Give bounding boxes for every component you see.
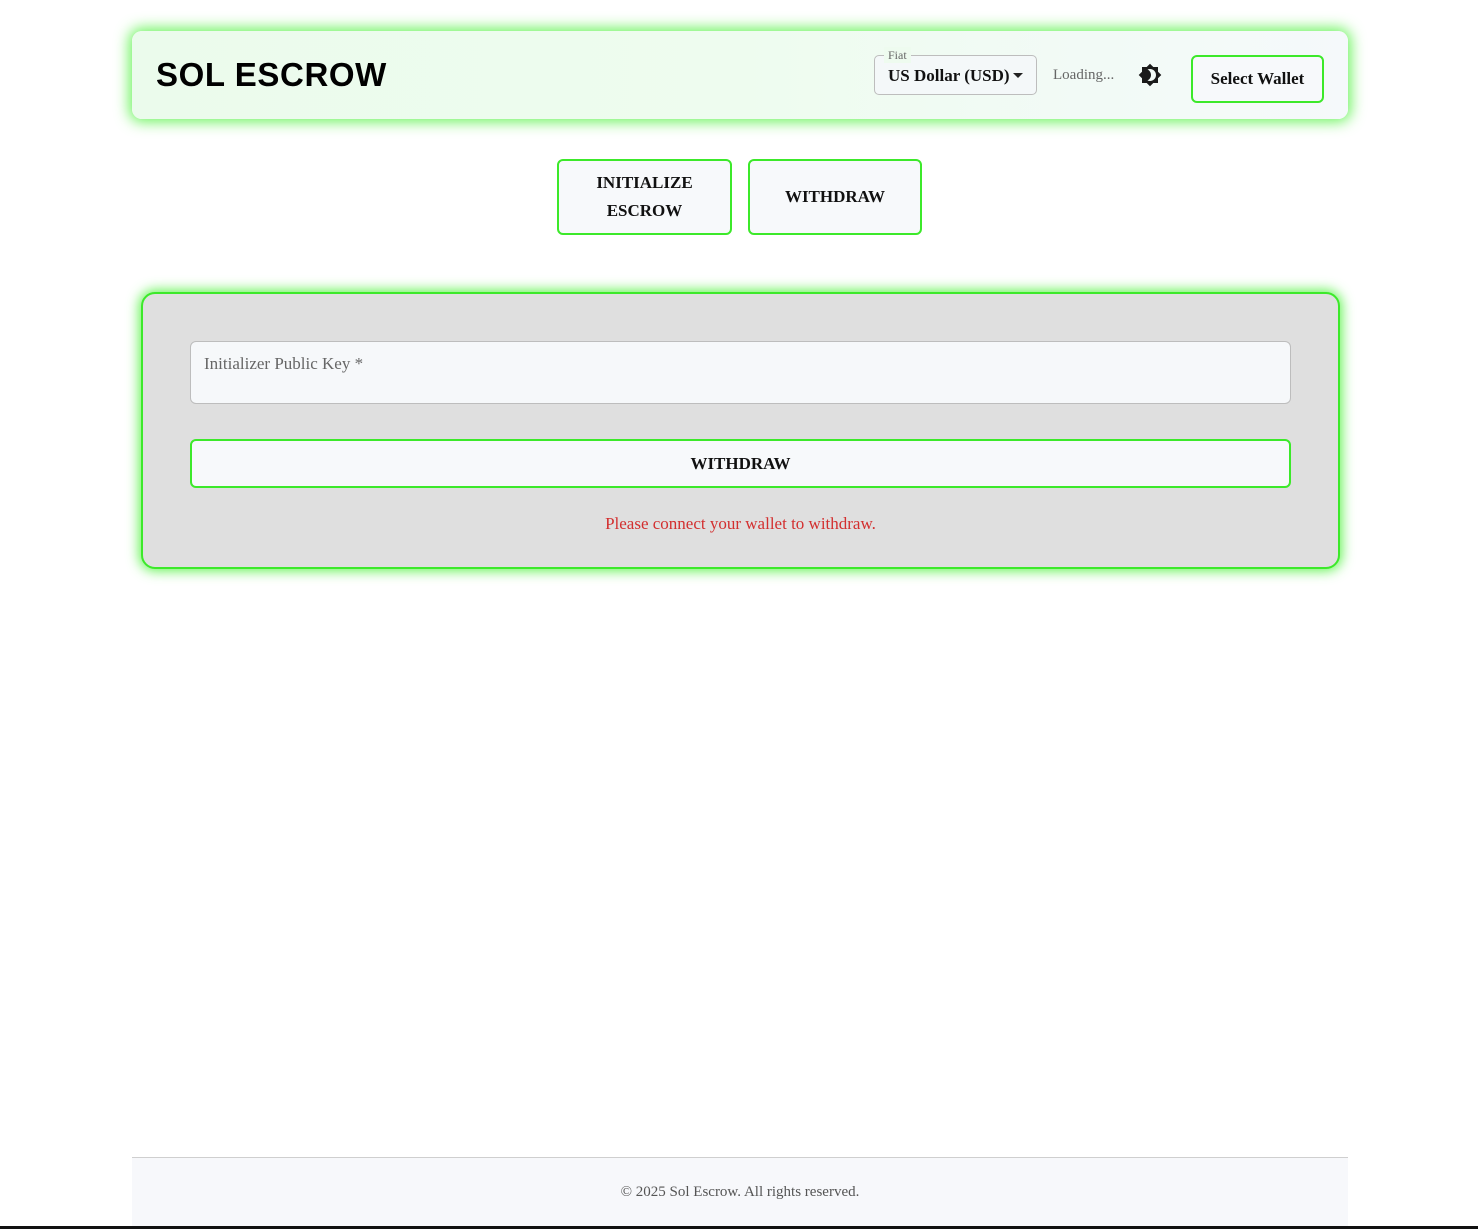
footer: © 2025 Sol Escrow. All rights reserved.	[132, 1157, 1348, 1229]
caret-down-icon	[1013, 73, 1023, 78]
page: SOL ESCROW Fiat US Dollar (USD) Loading.…	[0, 0, 1478, 1229]
tab-withdraw[interactable]: WITHDRAW	[748, 159, 922, 235]
app-header: SOL ESCROW Fiat US Dollar (USD) Loading.…	[132, 31, 1348, 119]
tab-initialize-escrow-label: INITIALIZE ESCROW	[596, 173, 693, 220]
price-status: Loading...	[1053, 67, 1115, 83]
initializer-public-key-input[interactable]	[190, 341, 1291, 404]
copyright-text: © 2025 Sol Escrow. All rights reserved.	[620, 1184, 860, 1200]
wallet-error-message: Please connect your wallet to withdraw.	[605, 514, 876, 533]
tab-withdraw-label: WITHDRAW	[784, 187, 886, 206]
tab-initialize-escrow[interactable]: INITIALIZE ESCROW	[557, 159, 732, 235]
fiat-selected-value: US Dollar (USD)	[888, 66, 1010, 85]
select-wallet-button[interactable]: Select Wallet	[1191, 55, 1324, 103]
fiat-select-label: Fiat	[884, 47, 911, 63]
brightness-icon	[1138, 63, 1162, 87]
withdraw-submit-button[interactable]: WITHDRAW	[190, 439, 1291, 488]
fiat-currency-select[interactable]: Fiat US Dollar (USD)	[874, 47, 1037, 95]
brand-title: SOL ESCROW	[156, 56, 387, 93]
withdraw-card: Initializer Public Key * WITHDRAW Please…	[141, 292, 1340, 569]
theme-toggle-button[interactable]	[1138, 63, 1162, 87]
